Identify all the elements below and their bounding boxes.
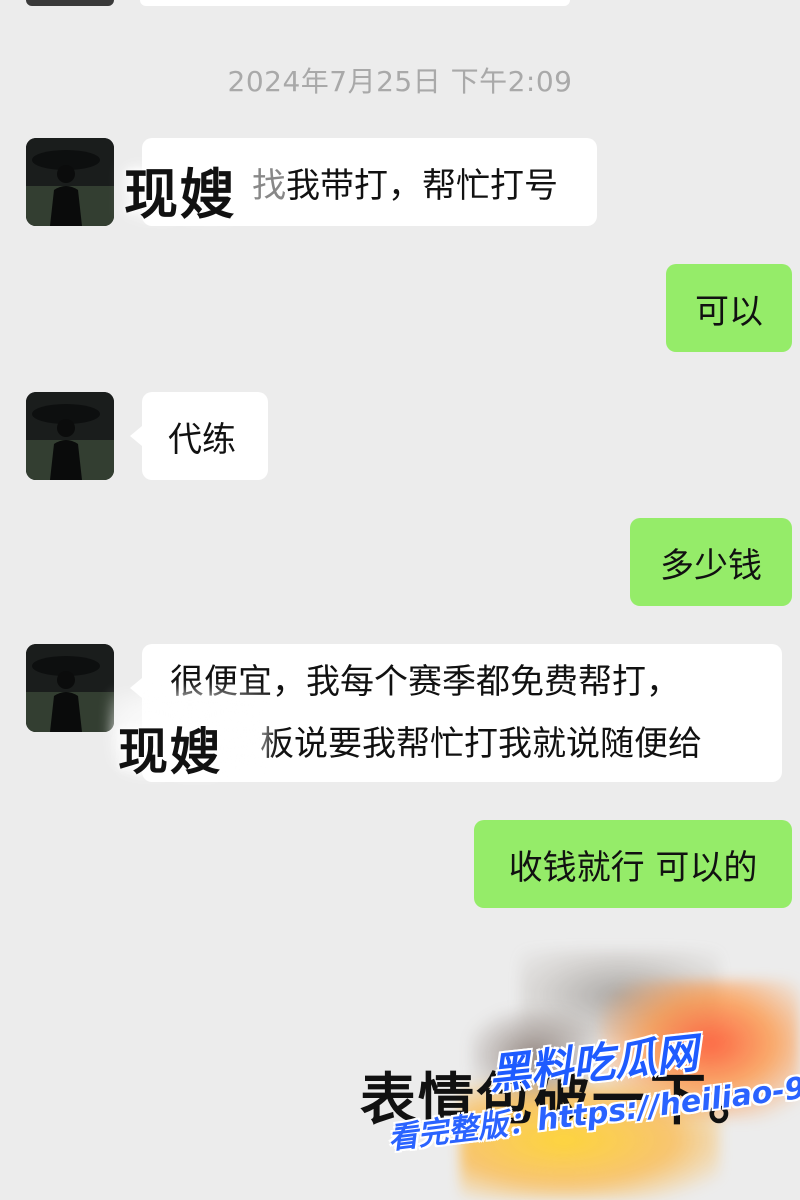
name-overlay-tag: 现嫂 — [118, 723, 222, 781]
message-text: 我带打，帮忙打号 — [286, 165, 558, 206]
message-timestamp: 2024年7月25日 下午2:09 — [227, 65, 573, 98]
previous-bubble-edge — [140, 0, 570, 6]
message-bubble-incoming[interactable]: 很便宜，我每个赛季都免费帮打， 板说要我帮忙打我就说随便给 — [142, 644, 782, 782]
message-bubble-incoming[interactable]: 代练 — [142, 392, 268, 480]
message-text: 代练 — [168, 419, 236, 460]
contact-avatar[interactable] — [26, 644, 114, 732]
previous-avatar-edge — [26, 0, 114, 6]
person-silhouette-icon — [26, 138, 114, 226]
bubble-tail — [130, 426, 142, 446]
person-silhouette-icon — [26, 644, 114, 732]
message-text: 多少钱 — [660, 545, 762, 586]
message-bubble-outgoing[interactable]: 可以 — [666, 264, 792, 352]
contact-avatar[interactable] — [26, 392, 114, 480]
message-bubble-outgoing[interactable]: 收钱就行 可以的 — [474, 820, 792, 908]
contact-avatar[interactable] — [26, 138, 114, 226]
name-overlay-tag: 现嫂 — [124, 163, 236, 226]
bubble-tail — [130, 678, 142, 698]
message-text-line: 很便宜，我每个赛季都免费帮打， — [170, 662, 680, 702]
message-text: 可以 — [695, 291, 763, 332]
message-text: 收钱就行 可以的 — [508, 847, 758, 888]
clipped-char: 找 — [252, 165, 286, 206]
message-bubble-outgoing[interactable]: 多少钱 — [630, 518, 792, 606]
person-silhouette-icon — [26, 392, 114, 480]
message-text-line: 板说要我帮忙打我就说随便给 — [260, 724, 702, 764]
